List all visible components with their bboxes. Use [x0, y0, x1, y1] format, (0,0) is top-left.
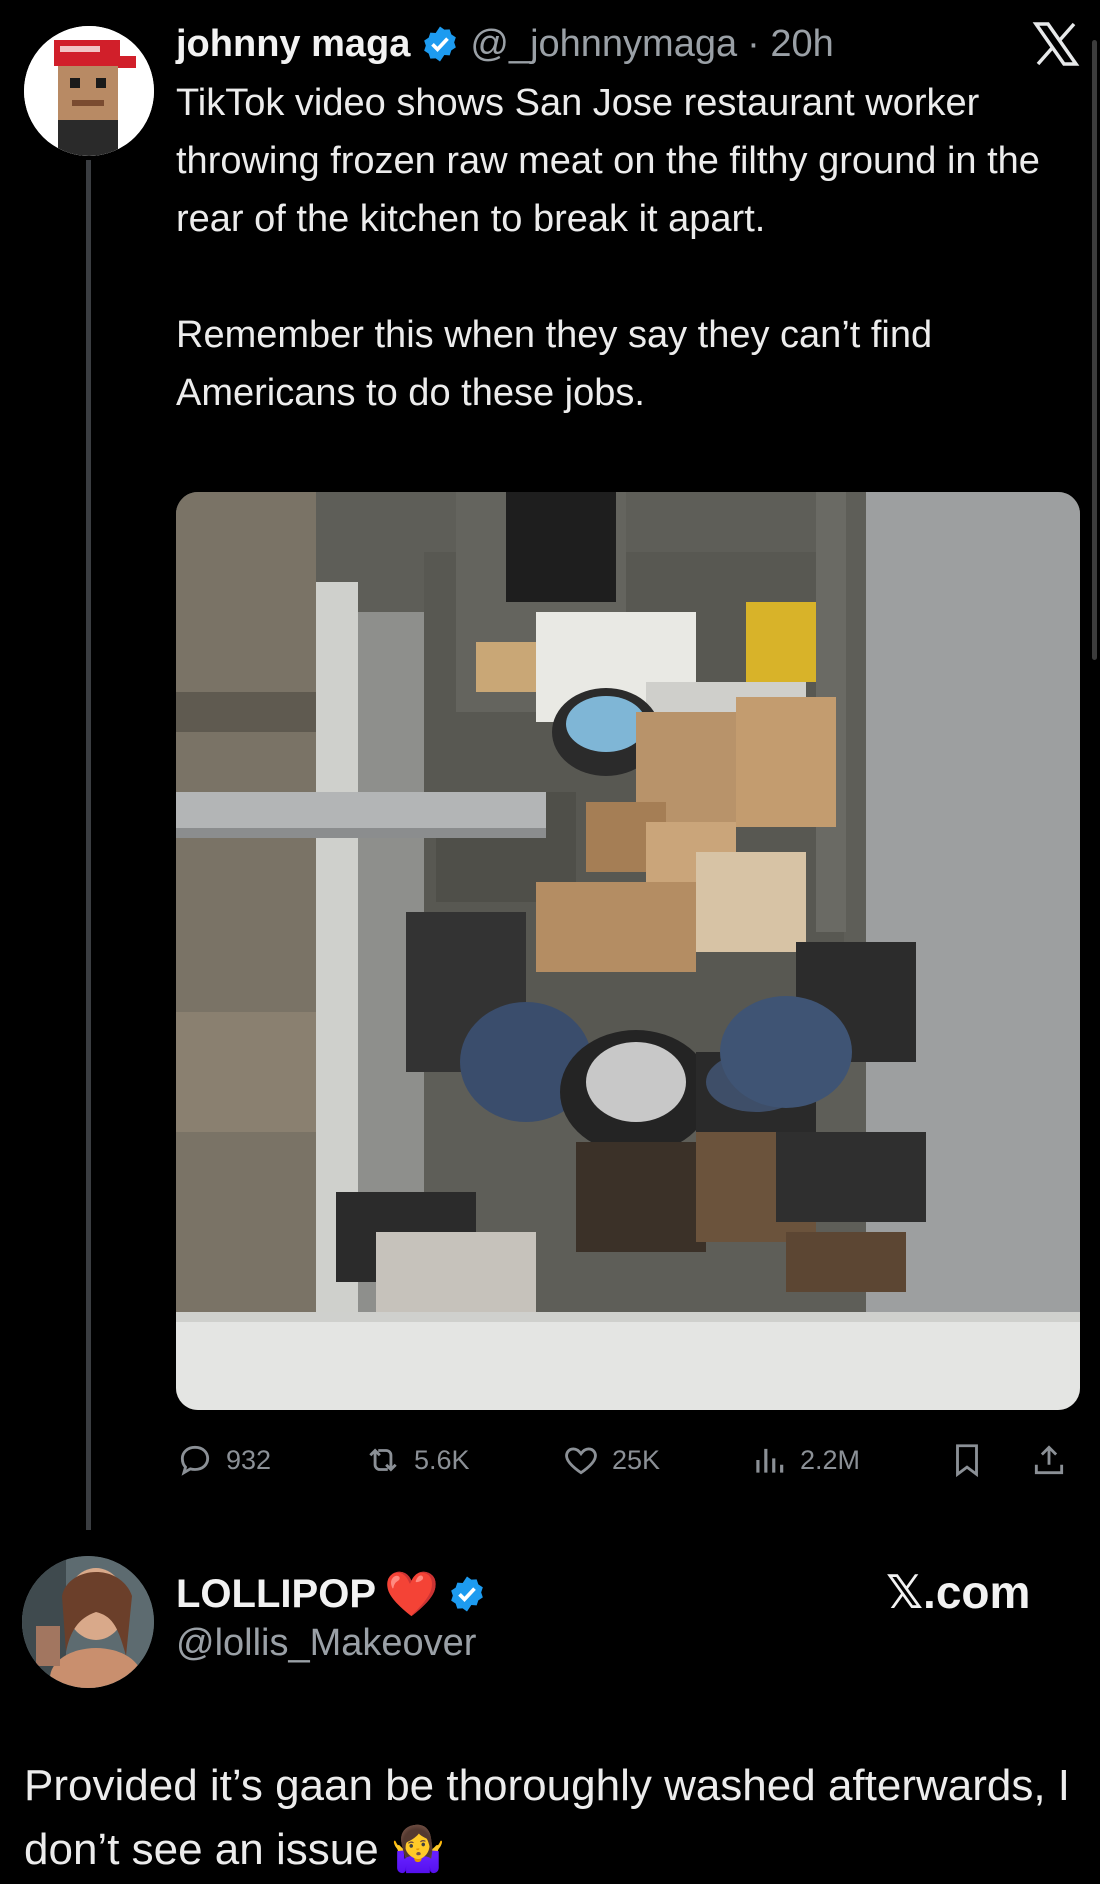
red-heart-emoji: ❤️	[384, 1570, 439, 1619]
views-button[interactable]: 2.2M	[750, 1436, 860, 1484]
thread-connector-line	[86, 160, 91, 1530]
repost-count: 5.6K	[414, 1444, 470, 1475]
reply-body: Provided it’s gaan be thoroughly washed …	[24, 1761, 1071, 1874]
reply-author-handle[interactable]: @lollis_Makeover	[176, 1622, 476, 1665]
shrug-emoji: 🤷‍♀️	[390, 1825, 446, 1874]
verified-badge-icon	[420, 24, 460, 64]
author-handle[interactable]: @_johnnymaga	[470, 23, 737, 66]
reply-button[interactable]: 932	[176, 1436, 271, 1484]
author-name[interactable]: johnny maga	[176, 23, 410, 66]
repost-icon	[369, 1448, 397, 1472]
views-count: 2.2M	[800, 1444, 861, 1475]
reply-verified-badge-icon	[447, 1574, 487, 1614]
like-count: 25K	[612, 1444, 661, 1475]
reply-count: 932	[226, 1444, 272, 1475]
tweet-paragraph-2: Remember this when they say they can’t f…	[176, 314, 933, 414]
reply-icon	[180, 1445, 210, 1476]
share-icon	[1034, 1445, 1064, 1475]
xcom-watermark: 𝕏.com	[886, 1566, 1031, 1618]
bookmark-button[interactable]	[948, 1436, 986, 1484]
tweet-header: johnny maga @_johnnymaga · 20h	[176, 18, 834, 70]
tweet-body: TikTok video shows San Jose restaurant w…	[176, 74, 1076, 422]
author-avatar[interactable]	[24, 26, 154, 156]
views-chart-icon	[756, 1448, 784, 1473]
x-logo-icon	[1032, 20, 1080, 68]
share-button[interactable]	[1030, 1436, 1068, 1484]
tweet-paragraph-1: TikTok video shows San Jose restaurant w…	[176, 82, 1040, 240]
reply-header: LOLLIPOP ❤️	[176, 1566, 487, 1622]
reply-author-name[interactable]: LOLLIPOP	[176, 1572, 376, 1617]
like-button[interactable]: 25K	[562, 1436, 660, 1484]
scrollbar[interactable]	[1092, 40, 1097, 660]
repost-button[interactable]: 5.6K	[364, 1436, 470, 1484]
tweet-action-bar: 932 5.6K 25K 2.2M	[176, 1436, 1080, 1484]
tweet-video[interactable]	[176, 492, 1080, 1410]
reply-author-avatar[interactable]	[22, 1556, 154, 1688]
tweet-time[interactable]: · 20h	[747, 23, 834, 66]
reply-text: Provided it’s gaan be thoroughly washed …	[24, 1754, 1074, 1882]
bookmark-icon	[956, 1444, 978, 1478]
heart-icon	[565, 1447, 597, 1475]
